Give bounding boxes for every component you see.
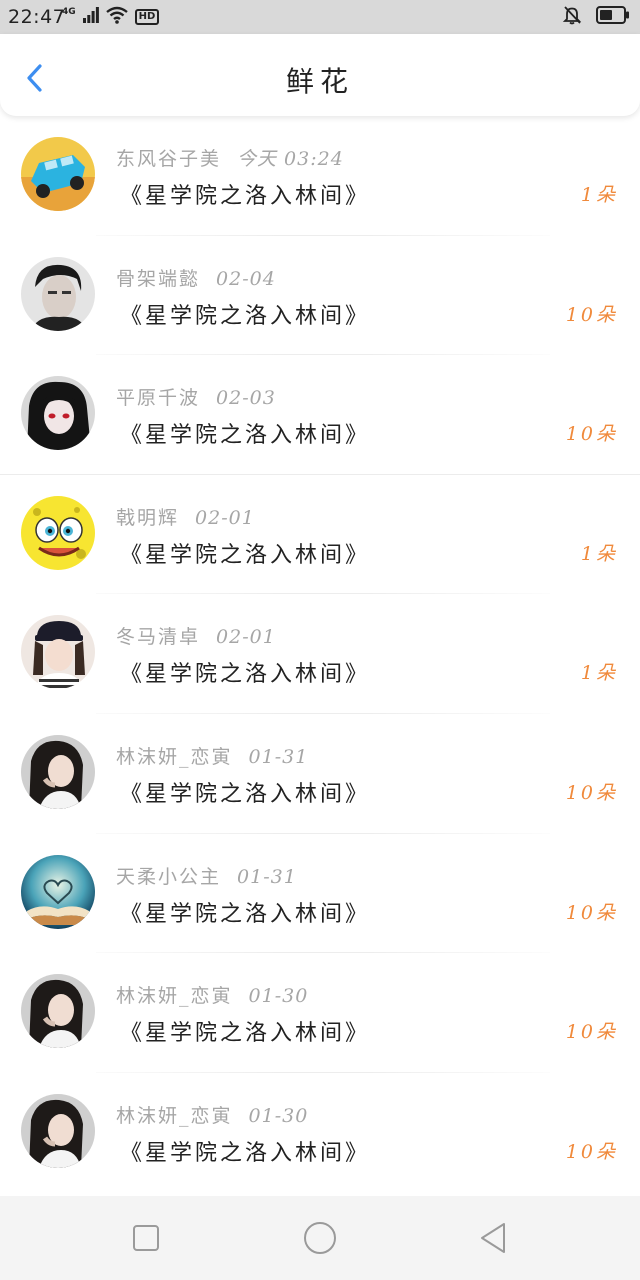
record-date: 01-31 xyxy=(248,745,309,768)
sender-name: 天柔小公主 xyxy=(116,865,222,888)
sender-name: 戟明辉 xyxy=(116,506,180,529)
record-date: 01-30 xyxy=(248,1104,309,1127)
record-date: 01-31 xyxy=(237,865,297,888)
recent-apps-button[interactable] xyxy=(126,1218,166,1258)
list-item[interactable]: 平原千波 02-03 《星学院之洛入林间》 10朵 xyxy=(0,355,640,475)
square-icon xyxy=(133,1225,159,1251)
record-meta: 林沫妍_恋寅 01-31 xyxy=(116,742,308,769)
bell-off-icon xyxy=(562,5,582,29)
avatar xyxy=(21,615,95,690)
hd-badge: HD xyxy=(134,9,160,25)
flower-amount: 10朵 xyxy=(565,1140,618,1163)
flower-amount: 10朵 xyxy=(565,1021,618,1044)
book-title: 《星学院之洛入林间》 xyxy=(120,901,371,927)
sender-name: 平原千波 xyxy=(116,387,201,410)
avatar xyxy=(21,495,95,570)
book-title: 《星学院之洛入林间》 xyxy=(120,781,371,807)
book-title: 《星学院之洛入林间》 xyxy=(120,662,371,688)
flower-amount: 1朵 xyxy=(580,662,618,685)
sender-name: 林沫妍_恋寅 xyxy=(116,1104,233,1127)
nav-back-button[interactable] xyxy=(474,1218,514,1258)
record-meta: 天柔小公主 01-31 xyxy=(116,862,297,889)
record-meta: 戟明辉 02-01 xyxy=(116,503,255,530)
status-right-icons xyxy=(562,6,630,28)
status-bar: 22:47 4G HD xyxy=(0,0,640,34)
list-item[interactable]: 林沫妍_恋寅 01-30 《星学院之洛入林间》 10朵 xyxy=(0,1073,640,1193)
avatar xyxy=(21,734,95,809)
list-item[interactable]: 天柔小公主 01-31 《星学院之洛入林间》 10朵 xyxy=(0,834,640,954)
list-item[interactable]: 林沫妍_恋寅 01-31 《星学院之洛入林间》 10朵 xyxy=(0,714,640,834)
record-meta: 平原千波 02-03 xyxy=(116,383,276,410)
record-meta: 林沫妍_恋寅 01-30 xyxy=(116,1101,308,1128)
record-date: 02-03 xyxy=(216,387,276,410)
flower-amount: 10朵 xyxy=(565,901,618,924)
record-meta: 骨架端懿 02-04 xyxy=(116,264,276,291)
header: 鲜花 xyxy=(0,34,640,116)
circle-icon xyxy=(304,1222,336,1254)
book-title: 《星学院之洛入林间》 xyxy=(120,303,371,329)
list-item[interactable]: 林沫妍_恋寅 01-30 《星学院之洛入林间》 10朵 xyxy=(0,953,640,1073)
network-type-label: 4G xyxy=(62,7,76,17)
record-meta: 林沫妍_恋寅 01-30 xyxy=(116,981,308,1008)
list-item[interactable]: 东风谷子美 今天 03:24 《星学院之洛入林间》 1朵 xyxy=(0,116,640,236)
list-item[interactable]: 冬马清卓 02-01 《星学院之洛入林间》 1朵 xyxy=(0,594,640,714)
battery-icon xyxy=(596,6,630,28)
sender-name: 东风谷子美 xyxy=(116,148,222,170)
avatar xyxy=(21,854,95,929)
sender-name: 骨架端懿 xyxy=(116,267,201,290)
signal-icon xyxy=(82,7,99,27)
record-date: 今天 03:24 xyxy=(237,148,344,170)
avatar xyxy=(21,256,95,331)
status-left-icons: 4G HD xyxy=(62,6,160,28)
list-item[interactable]: 戟明辉 02-01 《星学院之洛入林间》 1朵 xyxy=(0,475,640,595)
record-meta: 东风谷子美 今天 03:24 xyxy=(116,144,344,171)
record-date: 02-01 xyxy=(195,506,255,529)
flower-amount: 1朵 xyxy=(580,542,618,565)
sender-name: 林沫妍_恋寅 xyxy=(116,745,233,768)
flower-amount: 10朵 xyxy=(565,423,618,446)
flower-amount: 10朵 xyxy=(565,781,618,804)
system-nav-bar xyxy=(0,1196,640,1280)
flower-amount: 1朵 xyxy=(580,184,618,206)
list-item[interactable]: 骨架端懿 02-04 《星学院之洛入林间》 10朵 xyxy=(0,236,640,356)
book-title: 《星学院之洛入林间》 xyxy=(120,542,371,568)
wifi-icon xyxy=(105,6,129,28)
avatar xyxy=(21,376,95,451)
avatar xyxy=(21,974,95,1049)
record-date: 02-04 xyxy=(216,267,276,290)
page-title: 鲜花 xyxy=(285,65,354,98)
sender-name: 林沫妍_恋寅 xyxy=(116,985,233,1008)
record-meta: 冬马清卓 02-01 xyxy=(116,622,276,649)
triangle-left-icon xyxy=(481,1223,505,1253)
status-time: 22:47 xyxy=(8,6,66,28)
home-button[interactable] xyxy=(298,1218,338,1258)
book-title: 《星学院之洛入林间》 xyxy=(120,1140,371,1166)
flower-amount: 10朵 xyxy=(565,303,618,326)
sender-name: 冬马清卓 xyxy=(116,626,201,649)
book-title: 《星学院之洛入林间》 xyxy=(120,1021,371,1047)
book-title: 《星学院之洛入林间》 xyxy=(120,184,371,209)
book-title: 《星学院之洛入林间》 xyxy=(120,423,371,449)
flower-record-list: 东风谷子美 今天 03:24 《星学院之洛入林间》 1朵 骨架端懿 02-04 《星… xyxy=(0,116,640,1192)
record-date: 02-01 xyxy=(216,626,276,649)
record-date: 01-30 xyxy=(248,985,309,1008)
avatar xyxy=(21,1093,95,1168)
avatar xyxy=(21,137,95,211)
